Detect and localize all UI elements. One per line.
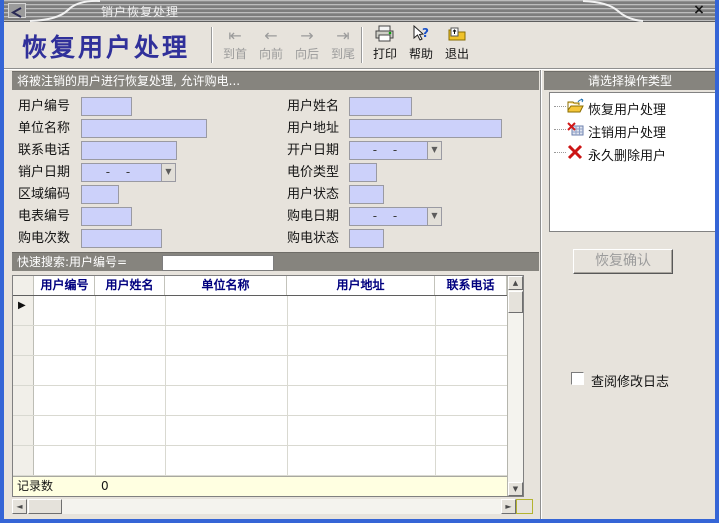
- nav-first-button[interactable]: ⇤ 到首: [217, 25, 253, 61]
- print-button[interactable]: 打印: [367, 25, 403, 61]
- checkbox-icon[interactable]: [571, 372, 584, 385]
- field-label: 电价类型: [287, 163, 339, 182]
- op-restore-user[interactable]: 恢复用户处理: [550, 97, 715, 116]
- chevron-down-icon[interactable]: ▼: [427, 142, 441, 159]
- chevron-down-icon[interactable]: ▼: [161, 164, 175, 181]
- help-cursor-icon: ?: [403, 25, 439, 47]
- svg-text:?: ?: [422, 26, 429, 40]
- user-status-field[interactable]: [349, 185, 384, 204]
- field-label: 销户日期: [18, 163, 70, 182]
- app-window: 销户恢复处理 × 恢复用户处理 ⇤ 到首 ← 向前 → 向后 ⇥ 到尾 打印: [0, 0, 719, 523]
- printer-icon: [367, 25, 403, 47]
- nav-last-button[interactable]: ⇥ 到尾: [325, 25, 361, 61]
- nav-next-button[interactable]: → 向后: [289, 25, 325, 61]
- table-row[interactable]: [13, 326, 507, 356]
- help-button[interactable]: ? 帮助: [403, 25, 439, 61]
- table-row[interactable]: [13, 416, 507, 446]
- field-label: 用户状态: [287, 185, 339, 204]
- checkbox-label: 查阅修改日志: [591, 371, 669, 390]
- toolbar-separator: [361, 27, 363, 63]
- chevron-down-icon[interactable]: ▼: [427, 208, 441, 225]
- quick-search-label: 快速搜索:用户编号=: [17, 255, 127, 269]
- panel-divider: [540, 70, 542, 519]
- scroll-left-icon[interactable]: ◄: [12, 499, 27, 514]
- unit-name-field[interactable]: [81, 119, 207, 138]
- quick-search-bar: 快速搜索:用户编号=: [12, 252, 539, 271]
- first-arrow-icon: ⇤: [217, 25, 253, 47]
- app-icon: [8, 3, 26, 18]
- title-bar: 销户恢复处理 ×: [4, 0, 715, 22]
- table-row[interactable]: [13, 446, 507, 476]
- user-id-field[interactable]: [81, 97, 132, 116]
- close-date-picker[interactable]: - - ▼: [81, 163, 176, 182]
- horizontal-scrollbar[interactable]: ◄ ►: [12, 499, 516, 514]
- field-label: 联系电话: [18, 141, 70, 160]
- table-row[interactable]: [13, 356, 507, 386]
- open-folder-icon: [567, 98, 584, 114]
- operation-type-list: 恢复用户处理 注销用户处理 永久删除用户: [549, 92, 716, 232]
- col-header-phone[interactable]: 联系电话: [435, 276, 507, 295]
- field-label: 购电日期: [287, 207, 339, 226]
- user-grid: ▶ 用户编号 用户姓名 单位名称 用户地址 联系电话 记录数 0 ▲ ▼: [12, 275, 524, 497]
- restore-confirm-button[interactable]: 恢复确认: [573, 249, 673, 274]
- col-header-user-name[interactable]: 用户姓名: [95, 276, 165, 295]
- toolbar-separator: [211, 27, 213, 63]
- grid-header-row: 用户编号 用户姓名 单位名称 用户地址 联系电话: [13, 276, 507, 296]
- vertical-scrollbar[interactable]: ▲ ▼: [507, 276, 523, 496]
- op-cancel-user[interactable]: 注销用户处理: [550, 120, 715, 139]
- window-title: 销户恢复处理: [101, 3, 179, 20]
- exit-folder-icon: [439, 25, 475, 47]
- search-input[interactable]: [162, 255, 274, 271]
- user-name-field[interactable]: [349, 97, 412, 116]
- col-header-address[interactable]: 用户地址: [287, 276, 435, 295]
- op-delete-user[interactable]: 永久删除用户: [550, 143, 715, 162]
- titlebar-swoosh-right: [583, 0, 643, 22]
- field-label: 购电次数: [18, 229, 70, 248]
- hscroll-thumb[interactable]: [28, 499, 62, 514]
- field-label: 购电状态: [287, 229, 339, 248]
- vscroll-thumb[interactable]: [508, 291, 523, 313]
- nav-prev-button[interactable]: ← 向前: [253, 25, 289, 61]
- field-label: 用户编号: [18, 97, 70, 116]
- delete-x-icon: [567, 144, 584, 160]
- field-label: 电表编号: [18, 207, 70, 226]
- titlebar-swoosh-left: [30, 0, 100, 22]
- cancel-user-icon: [567, 121, 584, 137]
- purchase-count-field[interactable]: [81, 229, 162, 248]
- instruction-bar: 将被注销的用户进行恢复处理, 允许购电...: [12, 71, 539, 90]
- table-row[interactable]: [13, 296, 507, 326]
- last-arrow-icon: ⇥: [325, 25, 361, 47]
- price-type-field[interactable]: [349, 163, 377, 182]
- meter-id-field[interactable]: [81, 207, 132, 226]
- table-row[interactable]: [13, 386, 507, 416]
- record-count-label: 记录数: [17, 477, 53, 496]
- selector-header: [13, 276, 34, 295]
- user-address-field[interactable]: [349, 119, 502, 138]
- page-title: 恢复用户处理: [22, 28, 190, 64]
- record-count-value: 0: [101, 477, 109, 496]
- scroll-down-icon[interactable]: ▼: [508, 482, 523, 496]
- col-header-unit-name[interactable]: 单位名称: [165, 276, 287, 295]
- field-label: 区域编码: [18, 185, 70, 204]
- field-label: 用户地址: [287, 119, 339, 138]
- purchase-date-picker[interactable]: - - ▼: [349, 207, 442, 226]
- scroll-right-icon[interactable]: ►: [501, 499, 516, 514]
- exit-button[interactable]: 退出: [439, 25, 475, 61]
- operation-type-header: 请选择操作类型: [544, 71, 716, 90]
- purchase-status-field[interactable]: [349, 229, 384, 248]
- field-label: 用户姓名: [287, 97, 339, 116]
- prev-arrow-icon: ←: [253, 25, 289, 47]
- region-code-field[interactable]: [81, 185, 119, 204]
- open-date-picker[interactable]: - - ▼: [349, 141, 442, 160]
- close-icon[interactable]: ×: [691, 2, 707, 18]
- col-header-user-id[interactable]: 用户编号: [35, 276, 95, 295]
- toolbar: 恢复用户处理 ⇤ 到首 ← 向前 → 向后 ⇥ 到尾 打印 ?: [4, 22, 715, 69]
- phone-field[interactable]: [81, 141, 177, 160]
- scroll-up-icon[interactable]: ▲: [508, 276, 523, 290]
- record-count-row: 记录数 0: [13, 476, 507, 496]
- field-label: 开户日期: [287, 141, 339, 160]
- field-label: 单位名称: [18, 119, 70, 138]
- grid-corner-box: [516, 499, 533, 514]
- next-arrow-icon: →: [289, 25, 325, 47]
